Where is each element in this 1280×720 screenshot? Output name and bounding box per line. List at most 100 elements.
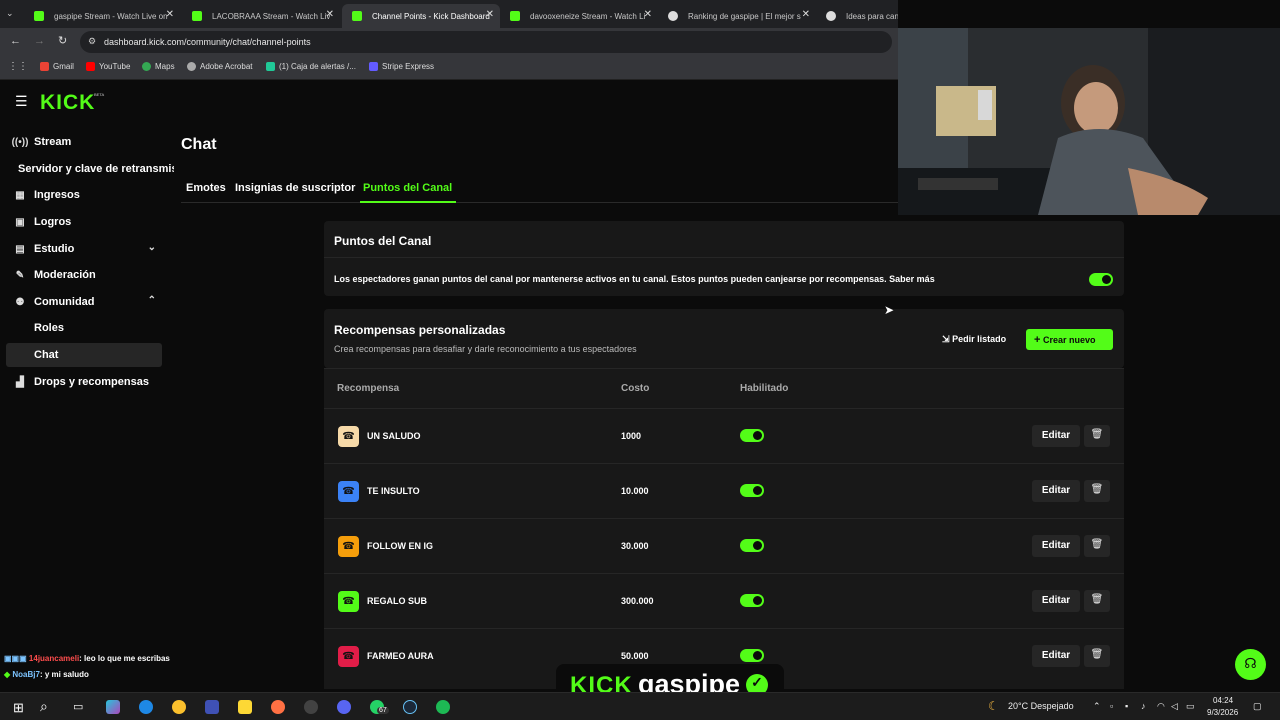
sidebar-item-moderation[interactable]: ✎ Moderación (6, 263, 162, 287)
channel-points-toggle[interactable] (1089, 273, 1113, 286)
bookmark-item[interactable]: Gmail (40, 62, 74, 71)
reload-icon[interactable]: ↻ (58, 34, 67, 47)
edit-button[interactable]: Editar (1032, 590, 1080, 612)
tab-emotes[interactable]: Emotes (186, 182, 226, 194)
file-explorer-icon[interactable] (238, 700, 252, 714)
reward-enabled-toggle[interactable] (740, 429, 764, 442)
copilot-icon[interactable] (106, 700, 120, 714)
reward-enabled-toggle[interactable] (740, 649, 764, 662)
windows-start-icon[interactable]: ⊞ (13, 700, 24, 716)
reward-enabled-toggle[interactable] (740, 484, 764, 497)
close-tab-icon[interactable]: ✕ (644, 9, 652, 20)
tray-overflow-icon[interactable]: ⌃ (1093, 701, 1101, 712)
back-icon[interactable]: ← (10, 35, 21, 47)
reward-name: REGALO SUB (367, 596, 428, 606)
rewards-title: Recompensas personalizadas (334, 323, 506, 337)
reward-enabled-toggle[interactable] (740, 539, 764, 552)
edit-button[interactable]: Editar (1032, 645, 1080, 667)
reward-cost: 10.000 (621, 486, 649, 496)
close-tab-icon[interactable]: ✕ (326, 9, 334, 20)
browser-tab[interactable]: Ranking de gaspipe | El mejor s ✕ (658, 4, 816, 28)
kick-favicon-icon (34, 11, 44, 21)
tray-app-icon[interactable]: ▫ (1110, 701, 1113, 711)
wifi-icon[interactable]: ◠ (1157, 701, 1165, 712)
stream-chat-message: ▣▣▣ 14juancameli: leo lo que me escribas (4, 654, 170, 663)
bookmark-item[interactable]: Adobe Acrobat (187, 62, 252, 71)
task-view-icon[interactable]: ▭ (73, 700, 83, 713)
support-chat-button[interactable]: ☊ (1235, 649, 1266, 680)
wrench-icon: ✎ (15, 269, 25, 281)
trash-icon[interactable]: 🗑 (1084, 480, 1110, 502)
bookmark-item[interactable]: Maps (142, 62, 175, 71)
broadcast-icon: ((•)) (11, 136, 29, 148)
create-new-button[interactable]: + Crear nuevo (1026, 329, 1113, 350)
apps-grid-icon[interactable]: ⋮⋮ (8, 61, 28, 72)
bookmark-item[interactable]: Stripe Express (369, 62, 434, 71)
obs-icon[interactable] (304, 700, 318, 714)
edit-button[interactable]: Editar (1032, 535, 1080, 557)
browser-tab[interactable]: Ideas para canje (816, 4, 898, 28)
sidebar-item-revenue[interactable]: ▦ Ingresos (6, 183, 162, 207)
sidebar-item-achievements[interactable]: ▣ Logros (6, 210, 162, 234)
edit-button[interactable]: Editar (1032, 480, 1080, 502)
chat-message: : leo lo que me escribas (79, 654, 170, 663)
hamburger-menu-icon[interactable]: ☰ (15, 93, 28, 110)
sidebar-item-stream[interactable]: ((•)) Stream (6, 130, 162, 154)
edge-icon[interactable] (139, 700, 153, 714)
notifications-icon[interactable]: ▢ (1253, 701, 1262, 712)
browser-tab[interactable]: davooxeneize Stream - Watch Li ✕ (500, 4, 658, 28)
browser-tab[interactable]: LACOBRAAA Stream - Watch Live ✕ (182, 4, 340, 28)
chat-username: NoaBj7 (12, 670, 40, 679)
globe-icon (187, 62, 196, 71)
bookmark-item[interactable]: YouTube (86, 62, 130, 71)
battery-icon[interactable]: ▭ (1186, 701, 1195, 712)
sidebar-item-roles[interactable]: Roles (6, 316, 162, 340)
chrome-icon[interactable] (172, 700, 186, 714)
trash-icon[interactable]: 🗑 (1084, 535, 1110, 557)
store-icon[interactable] (205, 700, 219, 714)
close-tab-icon[interactable]: ✕ (166, 9, 174, 20)
reward-icon: ☎ (338, 591, 359, 612)
volume-icon[interactable]: ◁ (1171, 701, 1178, 712)
clock-time[interactable]: 04:24 (1213, 696, 1233, 705)
sidebar-item-chat[interactable]: Chat (6, 343, 162, 367)
request-list-button[interactable]: ⇲ Pedir listado (936, 329, 1012, 350)
trash-icon[interactable]: 🗑 (1084, 425, 1110, 447)
sidebar-item-studio[interactable]: ▤ Estudio ⌄ (6, 237, 162, 261)
edit-button[interactable]: Editar (1032, 425, 1080, 447)
spotify-icon[interactable] (436, 700, 450, 714)
tab-channel-points[interactable]: Puntos del Canal (363, 182, 452, 194)
tray-app-icon[interactable]: ▪ (1125, 701, 1128, 711)
reward-enabled-toggle[interactable] (740, 594, 764, 607)
tab-underline (181, 202, 898, 203)
firefox-icon[interactable] (271, 700, 285, 714)
search-icon[interactable]: ⌕ (40, 698, 48, 715)
trash-icon[interactable]: 🗑 (1084, 645, 1110, 667)
kick-favicon-icon (192, 11, 202, 21)
site-info-icon[interactable]: ⚙ (88, 36, 96, 47)
reward-cost: 300.000 (621, 596, 654, 606)
browser-tab[interactable]: gaspipe Stream - Watch Live on ✕ (24, 4, 180, 28)
tab-list-button[interactable]: ⌄ (6, 8, 14, 19)
sidebar-item-community[interactable]: ⚉ Comunidad ⌃ (6, 290, 162, 314)
close-tab-icon[interactable]: ✕ (486, 9, 494, 20)
reward-name: FARMEO AURA (367, 651, 434, 661)
browser-tab-active[interactable]: Channel Points - Kick Dashboard ✕ (342, 4, 500, 28)
weather-text[interactable]: 20°C Despejado (1008, 701, 1074, 711)
discord-icon[interactable] (337, 700, 351, 714)
bookmark-item[interactable]: (1) Caja de alertas /... (266, 62, 356, 71)
site-favicon-icon (826, 11, 836, 21)
sidebar-item-stream-key[interactable]: Servidor y clave de retransmisión (18, 157, 174, 181)
kick-logo[interactable]: KICK (40, 91, 95, 115)
webcam-overlay (898, 28, 1280, 215)
tab-subscriber-badges[interactable]: Insignias de suscriptor (235, 182, 355, 194)
close-tab-icon[interactable]: ✕ (802, 9, 810, 20)
clock-date[interactable]: 9/3/2026 (1207, 708, 1238, 717)
address-bar[interactable]: ⚙ dashboard.kick.com/community/chat/chan… (80, 31, 892, 53)
trash-icon[interactable]: 🗑 (1084, 590, 1110, 612)
forward-icon[interactable]: → (34, 35, 45, 47)
microphone-icon[interactable]: ♪ (1141, 701, 1146, 711)
rewards-card: Recompensas personalizadas Crea recompen… (324, 309, 1124, 368)
sidebar-item-drops[interactable]: ▟ Drops y recompensas (6, 370, 162, 394)
steam-icon[interactable] (403, 700, 417, 714)
